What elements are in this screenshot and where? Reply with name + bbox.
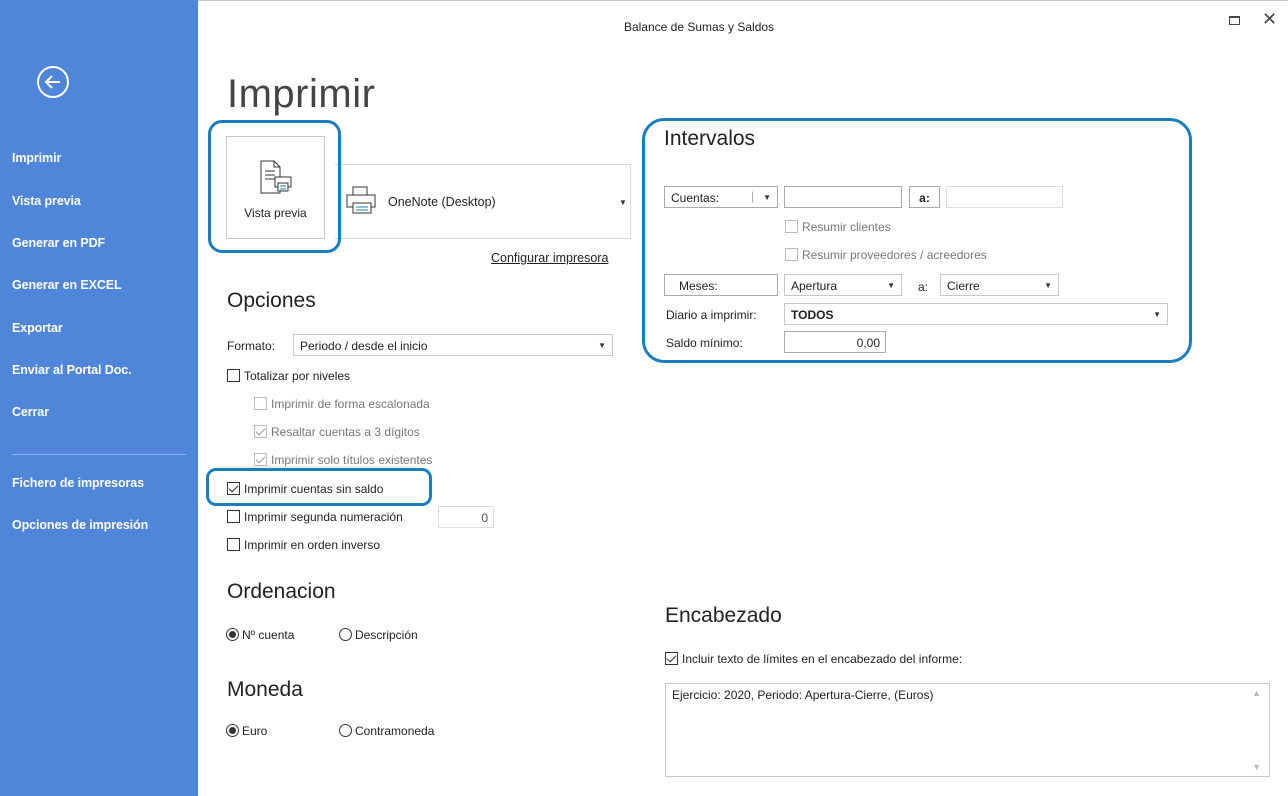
resaltar-label: Resaltar cuentas a 3 dígitos bbox=[271, 425, 420, 439]
chevron-down-icon: ▼ bbox=[1153, 310, 1161, 319]
encabezado-title: Encabezado bbox=[665, 604, 782, 627]
chevron-down-icon: ▼ bbox=[1044, 281, 1052, 290]
chevron-down-icon: ▼ bbox=[763, 193, 771, 202]
maximize-icon[interactable] bbox=[1229, 16, 1240, 25]
chevron-down-icon: ▼ bbox=[887, 281, 895, 290]
encabezado-checkbox[interactable] bbox=[665, 652, 678, 665]
scroll-down-icon[interactable]: ▼ bbox=[1252, 762, 1261, 772]
separator: | bbox=[751, 189, 755, 203]
radio-descripcion-label: Descripción bbox=[355, 628, 418, 642]
escalonada-label: Imprimir de forma escalonada bbox=[271, 397, 430, 411]
scroll-up-icon[interactable]: ▲ bbox=[1252, 688, 1261, 698]
cuentas-label: Cuentas: bbox=[671, 191, 720, 205]
sidebar-item-generar-excel[interactable]: Generar en EXCEL bbox=[12, 278, 122, 292]
moneda-title: Moneda bbox=[227, 678, 303, 701]
encabezado-textarea[interactable]: Ejercicio: 2020, Periodo: Apertura-Cierr… bbox=[665, 683, 1270, 777]
sidebar-item-fichero-impresoras[interactable]: Fichero de impresoras bbox=[12, 476, 144, 490]
printer-name: OneNote (Desktop) bbox=[388, 195, 496, 209]
close-icon[interactable]: ✕ bbox=[1262, 10, 1277, 28]
configure-printer-link[interactable]: Configurar impresora bbox=[491, 251, 608, 265]
radio-contramoneda[interactable] bbox=[339, 724, 352, 737]
resumir-clientes-label: Resumir clientes bbox=[802, 220, 891, 234]
radio-euro-label: Euro bbox=[242, 724, 268, 738]
diario-value: TODOS bbox=[791, 308, 834, 322]
formato-select[interactable]: Periodo / desde el inicio ▼ bbox=[293, 334, 613, 356]
radio-contramoneda-label: Contramoneda bbox=[355, 724, 435, 738]
cuentas-from-input[interactable] bbox=[784, 186, 902, 208]
segunda-numeracion-label: Imprimir segunda numeración bbox=[244, 510, 403, 524]
radio-euro[interactable] bbox=[226, 724, 239, 737]
encabezado-text: Ejercicio: 2020, Periodo: Apertura-Cierr… bbox=[672, 688, 934, 702]
formato-label: Formato: bbox=[227, 339, 276, 353]
meses-a-label: a: bbox=[918, 280, 929, 294]
diario-select[interactable]: TODOS ▼ bbox=[784, 303, 1168, 325]
page-title: Imprimir bbox=[227, 72, 376, 116]
sidebar-item-exportar[interactable]: Exportar bbox=[12, 321, 63, 335]
formato-value: Periodo / desde el inicio bbox=[300, 339, 428, 353]
cuentas-select[interactable]: Cuentas: | ▼ bbox=[664, 186, 778, 208]
escalonada-checkbox[interactable] bbox=[254, 397, 267, 410]
chevron-down-icon: ▼ bbox=[598, 341, 606, 350]
radio-n-cuenta[interactable] bbox=[226, 628, 239, 641]
resumir-clientes-checkbox[interactable] bbox=[785, 220, 798, 233]
encabezado-checkbox-label: Incluir texto de límites en el encabezad… bbox=[682, 652, 963, 666]
orden-inverso-label: Imprimir en orden inverso bbox=[244, 538, 381, 552]
sidebar-divider bbox=[12, 454, 186, 455]
resumir-proveedores-checkbox[interactable] bbox=[785, 248, 798, 261]
meses-label: Meses: bbox=[664, 274, 778, 296]
sidebar-item-opciones-impresion[interactable]: Opciones de impresión bbox=[12, 518, 148, 532]
resumir-proveedores-label: Resumir proveedores / acreedores bbox=[802, 248, 987, 262]
sidebar-item-generar-pdf[interactable]: Generar en PDF bbox=[12, 236, 105, 250]
sidebar-item-cerrar[interactable]: Cerrar bbox=[12, 405, 49, 419]
radio-descripcion[interactable] bbox=[339, 628, 352, 641]
saldo-input[interactable]: 0,00 bbox=[784, 331, 886, 353]
totalizar-checkbox[interactable] bbox=[227, 369, 240, 382]
cuentas-a-label: a: bbox=[909, 186, 940, 208]
window-title: Balance de Sumas y Saldos bbox=[623, 20, 775, 34]
highlight-intervalos bbox=[642, 118, 1192, 363]
sidebar-item-enviar-portal[interactable]: Enviar al Portal Doc. bbox=[12, 363, 132, 377]
sidebar-item-imprimir[interactable]: Imprimir bbox=[12, 151, 61, 165]
titulos-label: Imprimir solo títulos existentes bbox=[271, 453, 433, 467]
saldo-label: Saldo mínimo: bbox=[666, 336, 743, 350]
sidebar: Imprimir Vista previa Generar en PDF Gen… bbox=[0, 0, 198, 796]
segunda-numeracion-checkbox[interactable] bbox=[227, 510, 240, 523]
meses-from-select[interactable]: Apertura ▼ bbox=[784, 274, 902, 296]
segunda-numeracion-input[interactable]: 0 bbox=[438, 506, 494, 528]
top-border bbox=[198, 0, 1288, 1]
back-arrow-icon[interactable] bbox=[37, 66, 69, 98]
highlight-preview bbox=[208, 120, 341, 253]
resaltar-checkbox[interactable] bbox=[254, 425, 267, 438]
radio-n-cuenta-label: Nº cuenta bbox=[242, 628, 295, 642]
diario-label: Diario a imprimir: bbox=[666, 308, 757, 322]
ordenacion-title: Ordenacion bbox=[227, 580, 336, 603]
orden-inverso-checkbox[interactable] bbox=[227, 538, 240, 551]
printer-icon bbox=[345, 185, 379, 218]
opciones-title: Opciones bbox=[227, 289, 316, 312]
meses-to-value: Cierre bbox=[947, 279, 980, 293]
chevron-down-icon[interactable]: ▼ bbox=[619, 198, 627, 207]
meses-to-select[interactable]: Cierre ▼ bbox=[940, 274, 1059, 296]
titulos-checkbox[interactable] bbox=[254, 453, 267, 466]
totalizar-label: Totalizar por niveles bbox=[244, 369, 351, 383]
highlight-sin-saldo bbox=[206, 468, 432, 506]
intervalos-title: Intervalos bbox=[664, 127, 756, 150]
cuentas-to-input[interactable] bbox=[946, 186, 1063, 208]
sidebar-item-vista-previa[interactable]: Vista previa bbox=[12, 194, 81, 208]
meses-from-value: Apertura bbox=[791, 279, 838, 293]
